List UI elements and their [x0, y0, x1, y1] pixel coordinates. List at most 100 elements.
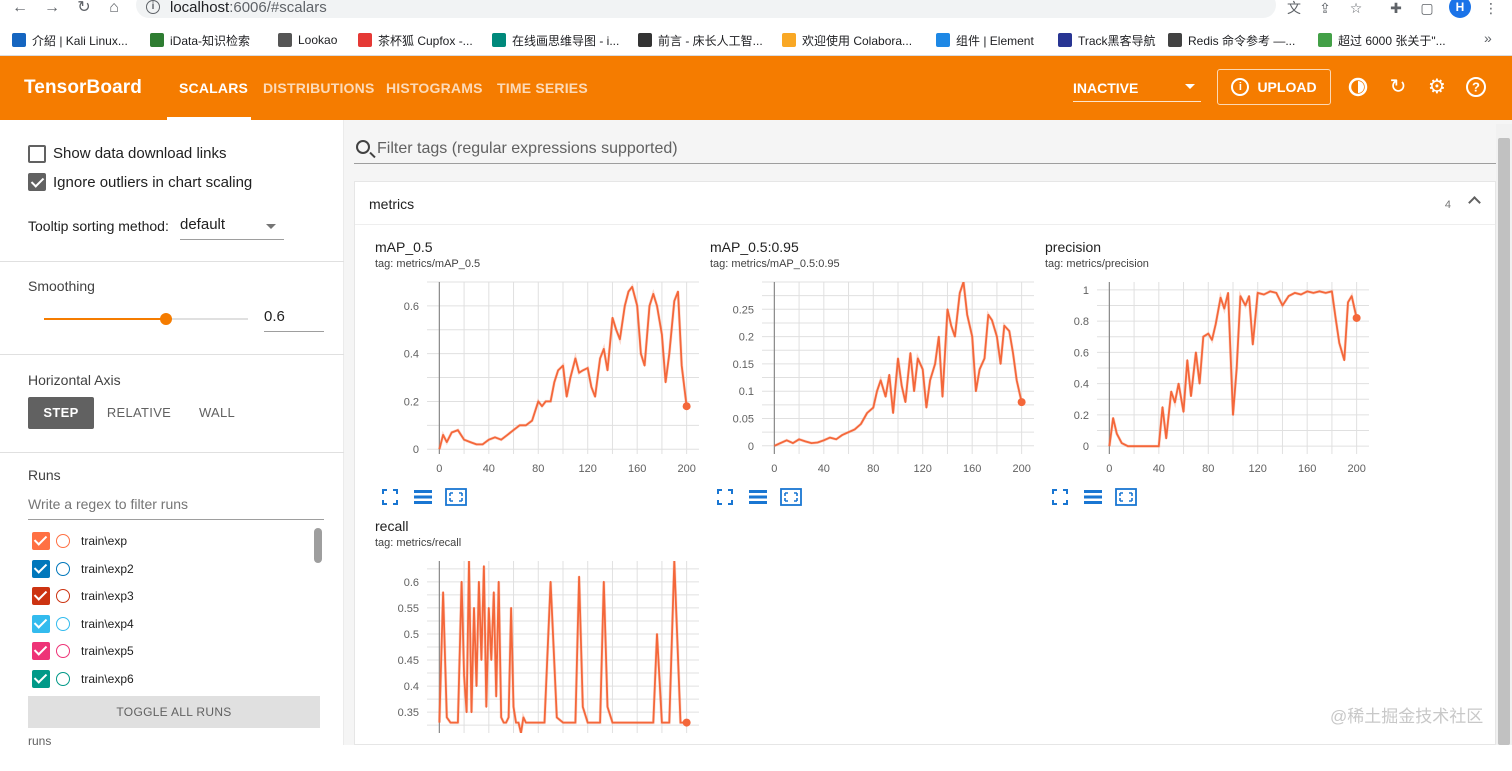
bookmark-item[interactable]: 在线画思维导图 - i... [492, 31, 619, 49]
group-title[interactable]: metrics [369, 196, 414, 212]
run-row[interactable]: train\exp6 [32, 669, 134, 689]
tab-time-series[interactable]: TIME SERIES [497, 80, 588, 96]
bookmark-item[interactable]: iData-知识检索 [150, 31, 250, 49]
x-tick-label: 0 [1106, 463, 1112, 475]
settings-gear-icon[interactable]: ⚙ [1426, 76, 1448, 98]
chart-0[interactable]: 0 0.2 0.4 0.6 0 40 80 120 160 200 [375, 280, 707, 492]
x-tick-label: 40 [818, 463, 830, 475]
plugin-selector[interactable]: INACTIVE [1073, 80, 1201, 102]
url-path: :6006/#scalars [229, 0, 327, 16]
bookmark-item[interactable]: 组件 | Element [936, 31, 1034, 49]
tooltip-sorting-select[interactable]: default [180, 216, 284, 240]
run-color-icon[interactable] [56, 589, 70, 604]
show-download-links-label: Show data download links [53, 145, 227, 162]
bookmark-label: 前言 - 床长人工智... [658, 33, 763, 48]
forward-arrow-icon[interactable]: → [42, 0, 62, 18]
bookmark-item[interactable]: 介紹 | Kali Linux... [12, 31, 128, 49]
fullscreen-icon[interactable] [716, 488, 738, 506]
x-tick-label: 200 [677, 463, 695, 475]
menu-dots-icon[interactable]: ⋮ [1482, 0, 1500, 18]
data-table-icon[interactable] [413, 488, 435, 506]
plugin-selector-label: INACTIVE [1073, 80, 1139, 96]
chart-2[interactable]: 0 0.2 0.4 0.6 0.8 1 0 40 80 120 160 200 [1045, 280, 1377, 492]
bookmark-item[interactable]: 前言 - 床长人工智... [638, 31, 763, 49]
run-checkbox[interactable] [32, 559, 50, 578]
show-download-links-checkbox[interactable] [28, 145, 46, 163]
bookmark-item[interactable]: 茶杯狐 Cupfox -... [358, 31, 473, 49]
profile-avatar[interactable]: H [1449, 0, 1471, 18]
bookmark-favicon-icon [12, 33, 26, 47]
axis-relative-button[interactable]: RELATIVE [104, 397, 174, 429]
axis-wall-button[interactable]: WALL [190, 397, 244, 429]
chart-title: recall [375, 518, 409, 534]
bookmark-item[interactable]: 欢迎使用 Colabora... [782, 31, 912, 49]
run-color-icon[interactable] [56, 644, 70, 659]
fullscreen-icon[interactable] [1051, 488, 1073, 506]
main-scrollbar-thumb[interactable] [1498, 138, 1510, 745]
axis-step-button[interactable]: STEP [28, 397, 94, 429]
runs-filter-input[interactable]: Write a regex to filter runs [28, 496, 324, 520]
bookmark-item[interactable]: Track黑客导航 [1058, 31, 1156, 49]
run-row[interactable]: train\exp4 [32, 614, 134, 634]
tag-filter-input[interactable]: Filter tags (regular expressions support… [354, 138, 1496, 164]
chart-1[interactable]: 0 0.05 0.1 0.15 0.2 0.25 0 40 80 120 160 200 [710, 280, 1042, 492]
back-arrow-icon[interactable]: ← [10, 0, 30, 18]
chevron-up-icon[interactable] [1468, 196, 1481, 209]
run-color-icon[interactable] [56, 616, 70, 631]
run-color-icon[interactable] [56, 534, 70, 548]
bookmark-item[interactable]: Redis 命令参考 —... [1168, 31, 1295, 49]
run-color-icon[interactable] [56, 672, 70, 686]
bookmark-favicon-icon [638, 33, 652, 47]
run-row[interactable]: train\exp2 [32, 559, 134, 579]
bookmarks-more-icon[interactable]: » [1484, 30, 1492, 46]
bookmark-label: 介紹 | Kali Linux... [32, 33, 128, 48]
run-row[interactable]: train\exp3 [32, 586, 134, 606]
run-checkbox[interactable] [32, 614, 50, 633]
data-table-icon[interactable] [1083, 488, 1105, 506]
tab-scalars[interactable]: SCALARS [179, 80, 248, 96]
data-table-icon[interactable] [748, 488, 770, 506]
refresh-icon[interactable]: ↻ [1387, 76, 1409, 98]
smoothing-value-input[interactable]: 0.6 [264, 308, 324, 332]
fullscreen-icon[interactable] [381, 488, 403, 506]
run-color-icon[interactable] [56, 561, 70, 576]
site-info-icon[interactable]: i [146, 0, 160, 14]
fit-domain-icon[interactable] [1115, 488, 1137, 506]
dark-mode-icon[interactable] [1347, 76, 1369, 98]
run-checkbox[interactable] [32, 587, 50, 606]
run-checkbox[interactable] [32, 532, 50, 550]
chart-tag: tag: metrics/precision [1045, 258, 1149, 270]
search-icon [356, 140, 370, 154]
bookmark-item[interactable]: Lookao [278, 31, 337, 49]
run-row[interactable]: train\exp [32, 531, 127, 551]
fit-domain-icon[interactable] [780, 488, 802, 506]
horizontal-axis-title: Horizontal Axis [28, 372, 121, 388]
bookmark-star-icon[interactable]: ☆ [1347, 0, 1365, 18]
ignore-outliers-checkbox[interactable] [28, 173, 46, 191]
smoothing-slider-thumb[interactable] [160, 313, 173, 325]
y-tick-label: 0.6 [404, 577, 419, 589]
side-panel-icon[interactable]: ▢ [1418, 0, 1436, 18]
tab-distributions[interactable]: DISTRIBUTIONS [263, 80, 375, 96]
translate-icon[interactable]: 文 [1285, 0, 1303, 18]
reload-icon[interactable]: ↻ [74, 0, 94, 18]
y-tick-label: 0.2 [404, 396, 419, 408]
run-row[interactable]: train\exp5 [32, 641, 134, 661]
chart-title: precision [1045, 239, 1102, 255]
tab-histograms[interactable]: HISTOGRAMS [386, 80, 483, 96]
help-icon[interactable]: ? [1465, 76, 1487, 98]
chart-3[interactable]: 0.35 0.4 0.45 0.5 0.55 0.6 [375, 559, 707, 771]
y-tick-label: 0.1 [739, 386, 754, 398]
run-name: train\exp4 [81, 616, 134, 631]
runs-scrollbar[interactable] [314, 528, 322, 563]
home-icon[interactable]: ⌂ [104, 0, 124, 18]
url-text[interactable]: localhost:6006/#scalars [170, 0, 327, 16]
share-icon[interactable]: ⇪ [1316, 0, 1334, 18]
bookmark-item[interactable]: 超过 6000 张关于"... [1318, 31, 1446, 49]
run-checkbox[interactable] [32, 642, 50, 661]
toggle-all-runs-button[interactable]: TOGGLE ALL RUNS [28, 696, 320, 728]
run-checkbox[interactable] [32, 670, 50, 688]
upload-button[interactable]: i UPLOAD [1217, 69, 1331, 105]
extensions-icon[interactable]: ✚ [1387, 0, 1405, 18]
fit-domain-icon[interactable] [445, 488, 467, 506]
